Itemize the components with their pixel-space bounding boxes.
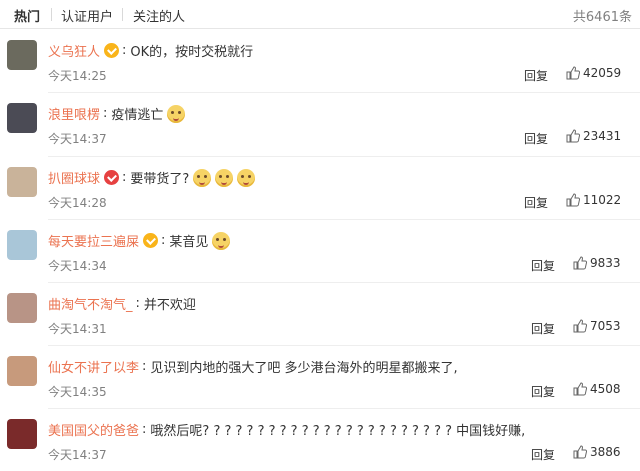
like-button[interactable]: 9833 [573, 256, 621, 270]
tab-divider [122, 8, 123, 21]
reply-button[interactable]: 回复 [524, 67, 548, 84]
thumbs-up-icon [566, 66, 580, 80]
like-button[interactable]: 7053 [573, 319, 621, 333]
comment-item: 仙女不讲了以李: 见识到内地的强大了吧 多少港台海外的明星都搬来了, 今天14:35… [0, 346, 640, 408]
comment-text: 哦然后呢? ? ? ? ? ? ? ? ? ? ? ? ? ? ? ? ? ? … [150, 424, 526, 439]
thumbs-up-icon [573, 319, 587, 333]
comment-item: 浪里哏楞: 疫情逃亡 今天14:37 回复 23431 [0, 93, 640, 155]
verified-badge-icon [104, 170, 120, 185]
emoji-icon [212, 231, 231, 250]
like-count: 3886 [590, 445, 621, 459]
avatar[interactable] [7, 293, 37, 323]
reply-button[interactable]: 回复 [531, 257, 555, 274]
comment-username[interactable]: 美国国父的爸爸 [48, 420, 139, 439]
comment-total-count: 共6461条 [572, 10, 632, 25]
comment-text: OK的，按时交税就行 [130, 45, 254, 60]
like-button[interactable]: 23431 [566, 129, 621, 143]
reply-button[interactable]: 回复 [531, 383, 555, 400]
colon: : [142, 422, 147, 437]
thumbs-up-icon [566, 193, 580, 207]
comment-time: 今天14:35 [48, 385, 107, 399]
tab-verified-users[interactable]: 认证用户 [61, 6, 113, 25]
verified-badge-icon [104, 43, 120, 58]
comment-item: 曲淘气不淘气_: 并不欢迎今天14:31 回复 7053 [0, 283, 640, 345]
comment-text: 要带货了? [130, 172, 190, 187]
comment-username[interactable]: 仙女不讲了以李 [48, 357, 139, 376]
colon: : [122, 170, 127, 185]
comment-body: 义乌狂人: OK的，按时交税就行 [48, 41, 253, 60]
comment-time: 今天14:37 [48, 448, 107, 462]
avatar[interactable] [7, 103, 37, 133]
avatar[interactable] [7, 419, 37, 449]
comment-time: 今天14:37 [48, 132, 107, 146]
tab-followed[interactable]: 关注的人 [133, 6, 185, 25]
verified-badge-icon [143, 233, 159, 248]
thumbs-up-icon [573, 256, 587, 270]
comment-item: 义乌狂人: OK的，按时交税就行今天14:25 回复 42059 [0, 30, 640, 92]
avatar[interactable] [7, 230, 37, 260]
colon: : [122, 43, 127, 58]
like-count: 23431 [583, 129, 622, 143]
comment-username[interactable]: 义乌狂人 [48, 41, 100, 60]
comment-body: 每天要拉三遍屎: 某音见 [48, 231, 231, 250]
comment-text: 疫情逃亡 [111, 108, 164, 123]
comment-time: 今天14:28 [48, 196, 107, 210]
comment-text: 某音见 [169, 235, 209, 250]
colon: : [103, 106, 108, 121]
like-count: 42059 [583, 66, 622, 80]
thumbs-up-icon [566, 129, 580, 143]
comment-username[interactable]: 扒圈球球 [48, 168, 100, 187]
reply-button[interactable]: 回复 [524, 194, 548, 211]
colon: : [142, 359, 147, 374]
thumbs-up-icon [573, 445, 587, 459]
colon: : [161, 233, 166, 248]
avatar[interactable] [7, 167, 37, 197]
comment-body: 扒圈球球: 要带货了? [48, 168, 256, 187]
tab-divider [51, 8, 52, 21]
like-button[interactable]: 4508 [573, 382, 621, 396]
like-button[interactable]: 11022 [566, 193, 621, 207]
comment-username[interactable]: 浪里哏楞 [48, 104, 100, 123]
like-count: 11022 [583, 193, 622, 207]
reply-button[interactable]: 回复 [524, 130, 548, 147]
comment-item: 扒圈球球: 要带货了? 今天14:28 回复 11022 [0, 157, 640, 219]
comment-text: 见识到内地的强大了吧 多少港台海外的明星都搬来了, [150, 361, 458, 376]
reply-button[interactable]: 回复 [531, 320, 555, 337]
comment-item: 每天要拉三遍屎: 某音见今天14:34 回复 9833 [0, 220, 640, 282]
comment-username[interactable]: 每天要拉三遍屎 [48, 231, 139, 250]
comment-time: 今天14:34 [48, 259, 107, 273]
comment-time: 今天14:25 [48, 69, 107, 83]
like-button[interactable]: 3886 [573, 445, 621, 459]
comment-username[interactable]: 曲淘气不淘气_ [48, 294, 133, 313]
comment-body: 曲淘气不淘气_: 并不欢迎 [48, 294, 196, 313]
comment-body: 浪里哏楞: 疫情逃亡 [48, 104, 186, 123]
like-count: 7053 [590, 319, 621, 333]
avatar[interactable] [7, 40, 37, 70]
avatar[interactable] [7, 356, 37, 386]
reply-button[interactable]: 回复 [531, 446, 555, 463]
emoji-icon [215, 168, 234, 187]
tab-hot[interactable]: 热门 [14, 6, 40, 25]
like-button[interactable]: 42059 [566, 66, 621, 80]
comment-body: 美国国父的爸爸: 哦然后呢? ? ? ? ? ? ? ? ? ? ? ? ? ? … [48, 420, 525, 439]
like-count: 9833 [590, 256, 621, 270]
comment-tabs: 热门 认证用户 关注的人 共6461条 [0, 0, 640, 28]
divider [0, 28, 640, 29]
comment-time: 今天14:31 [48, 322, 107, 336]
emoji-icon [167, 104, 186, 123]
like-count: 4508 [590, 382, 621, 396]
comment-text: 并不欢迎 [143, 298, 196, 313]
thumbs-up-icon [573, 382, 587, 396]
colon: : [135, 296, 140, 311]
emoji-icon [193, 168, 212, 187]
comment-body: 仙女不讲了以李: 见识到内地的强大了吧 多少港台海外的明星都搬来了, [48, 357, 458, 376]
emoji-icon [237, 168, 256, 187]
